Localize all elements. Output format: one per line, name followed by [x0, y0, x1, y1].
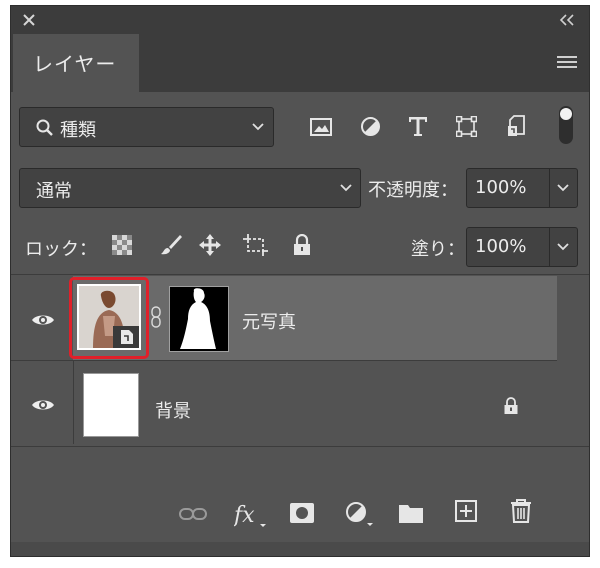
filter-shape-layers-icon[interactable]	[456, 116, 477, 137]
panel-title-bar	[11, 6, 589, 34]
resize-grip[interactable]	[11, 542, 589, 556]
fx-layer-style-icon[interactable]: fx	[234, 500, 268, 530]
new-layer-icon[interactable]	[455, 500, 477, 522]
tab-layers[interactable]: レイヤー	[13, 34, 139, 92]
opacity-value: 100%	[475, 177, 527, 198]
mask-link-chain-icon[interactable]	[151, 306, 161, 328]
layer-lock-icon	[504, 397, 518, 414]
filter-kind-select[interactable]: 種類	[19, 107, 274, 147]
layer-row[interactable]: 元写真	[11, 276, 589, 360]
chevron-down-icon	[340, 184, 352, 192]
blend-mode-value: 通常	[36, 181, 72, 202]
opacity-input[interactable]: 100%	[466, 168, 578, 208]
lock-all-icon[interactable]	[292, 234, 312, 256]
fill-label: 塗り：	[411, 239, 465, 260]
svg-text:fx: fx	[234, 503, 255, 528]
search-icon	[36, 119, 53, 136]
new-adjustment-layer-icon[interactable]	[345, 501, 375, 529]
lock-transparent-pixels-icon[interactable]	[112, 235, 132, 255]
chevron-down-icon[interactable]	[557, 242, 569, 252]
lock-position-move-icon[interactable]	[198, 233, 222, 257]
fill-value: 100%	[475, 236, 527, 257]
layer-name[interactable]: 背景	[155, 397, 191, 423]
close-icon[interactable]	[23, 14, 35, 26]
filter-adjustment-layers-icon[interactable]	[360, 116, 381, 137]
filter-kind-label: 種類	[60, 120, 96, 141]
layer-row[interactable]: 背景	[11, 361, 589, 445]
toggle-knob	[560, 108, 572, 120]
add-mask-icon[interactable]	[290, 503, 314, 523]
new-group-folder-icon[interactable]	[398, 502, 424, 524]
opacity-label: 不透明度：	[368, 180, 458, 201]
link-layers-icon[interactable]	[179, 506, 207, 522]
visibility-eye-icon[interactable]	[31, 397, 55, 413]
layer-mask-thumbnail[interactable]	[169, 286, 229, 352]
layer-thumbnail[interactable]	[77, 284, 141, 350]
layer-thumbnail[interactable]	[83, 373, 139, 437]
lock-image-pixels-brush-icon[interactable]	[159, 233, 183, 257]
tab-layers-label: レイヤー	[33, 52, 117, 76]
filter-pixel-layers-icon[interactable]	[310, 117, 332, 137]
panel-menu-icon[interactable]	[557, 56, 577, 70]
lock-artboard-nesting-icon[interactable]	[243, 234, 269, 256]
layer-name[interactable]: 元写真	[242, 308, 296, 334]
filter-toggle-switch[interactable]	[559, 106, 573, 144]
lock-label: ロック：	[25, 239, 97, 260]
photo-thumbnail-image	[79, 286, 139, 348]
delete-layer-trash-icon[interactable]	[510, 499, 532, 523]
filter-type-layers-icon[interactable]	[408, 116, 428, 137]
collapse-icon[interactable]	[559, 14, 575, 26]
chevron-down-icon	[252, 123, 264, 131]
fill-input[interactable]: 100%	[466, 227, 578, 267]
bottom-toolbar: fx	[11, 486, 589, 556]
chevron-down-icon[interactable]	[557, 183, 569, 193]
layers-panel: レイヤー 種類 通常 不透明度： 100% ロック： 塗り： 100% 元写真 …	[10, 5, 590, 557]
filter-smart-objects-icon[interactable]	[506, 114, 528, 138]
mask-silhouette-image	[180, 288, 216, 349]
visibility-eye-icon[interactable]	[31, 312, 55, 328]
blend-mode-select[interactable]: 通常	[19, 168, 361, 208]
